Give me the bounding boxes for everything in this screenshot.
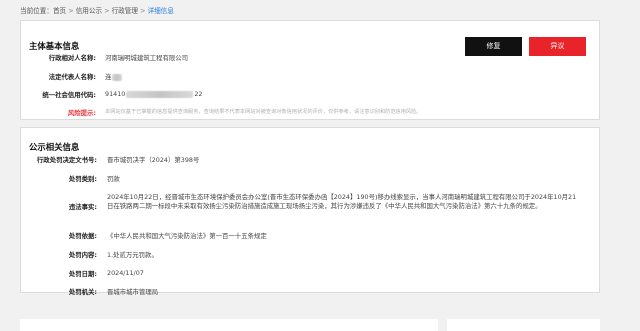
objection-button[interactable]: 异议: [529, 37, 586, 56]
field-facts-value: 2024年10月22日，经晋城市生态环境保护委员会办公室(晋市生态环保委办函【2…: [107, 193, 577, 211]
breadcrumb-prefix: 当前位置：: [20, 7, 53, 15]
field-code-label: 统一社会信用代码:: [42, 91, 96, 99]
breadcrumb-credit[interactable]: 信用公示: [76, 7, 102, 15]
footer-panel-right: [447, 319, 600, 331]
basic-info-title: 主体基本信息: [29, 41, 80, 51]
field-code-value-wrap: 91410 22: [105, 90, 202, 98]
field-legal-value: 连: [105, 73, 112, 81]
field-doc-no-value: 晋市城罚决字（2024）第398号: [107, 156, 200, 164]
breadcrumb-home[interactable]: 首页: [53, 7, 66, 15]
field-name-label: 行政相对人名称:: [48, 54, 96, 62]
repair-button[interactable]: 修复: [465, 37, 522, 56]
footer-panel-left: [20, 319, 438, 331]
field-code-prefix: 91410: [105, 90, 126, 98]
field-risk-label: 风险提示:: [67, 109, 96, 117]
field-agency-label: 处罚机关:: [68, 288, 97, 296]
field-legal-value-wrap: 连: [105, 72, 123, 81]
breadcrumb-admin[interactable]: 行政管理: [112, 7, 138, 15]
field-content-label: 处罚内容:: [68, 251, 97, 259]
redaction-blur: [126, 90, 194, 98]
field-date-label: 处罚日期:: [68, 270, 97, 278]
field-basis-value: 《中华人民共和国大气污染防治法》第一百一十五条规定: [107, 232, 267, 240]
breadcrumb-current: 详细信息: [147, 7, 174, 15]
breadcrumb-separator: >: [104, 7, 110, 15]
breadcrumb-separator: >: [68, 7, 74, 15]
field-legal-label: 法定代表人名称:: [48, 73, 96, 81]
field-facts-label: 违法事实:: [68, 203, 97, 211]
field-category-value: 罚款: [107, 175, 120, 183]
publicity-card: 公示相关信息 行政处罚决定文书号: 晋市城罚决字（2024）第398号 处罚类别…: [20, 127, 600, 296]
publicity-title: 公示相关信息: [29, 142, 80, 152]
field-category-label: 处罚类别:: [68, 175, 97, 183]
field-name-value: 河南瑞明城建筑工程有限公司: [105, 54, 189, 62]
field-agency-value: 晋城市城市管理局: [107, 288, 159, 296]
redaction-blur: [112, 73, 123, 81]
field-basis-label: 处罚依据:: [68, 232, 97, 240]
field-code-suffix: 22: [194, 90, 203, 98]
field-content-value: 1.处贰万元罚款。: [107, 251, 158, 259]
breadcrumb-separator: >: [139, 7, 146, 15]
basic-info-card: 主体基本信息 修复 异议 行政相对人名称: 河南瑞明城建筑工程有限公司 法定代表…: [20, 20, 600, 120]
field-doc-no-label: 行政处罚决定文书号:: [36, 156, 97, 164]
field-date-value: 2024/11/07: [107, 269, 144, 277]
breadcrumb: 当前位置：首页 > 信用公示 > 行政管理 > 详细信息: [20, 5, 174, 15]
field-risk-value: 本网站仅基于已掌握的信息提供查询服务，查询结果不代表本网站对被查询对象信用状况的…: [105, 109, 422, 115]
